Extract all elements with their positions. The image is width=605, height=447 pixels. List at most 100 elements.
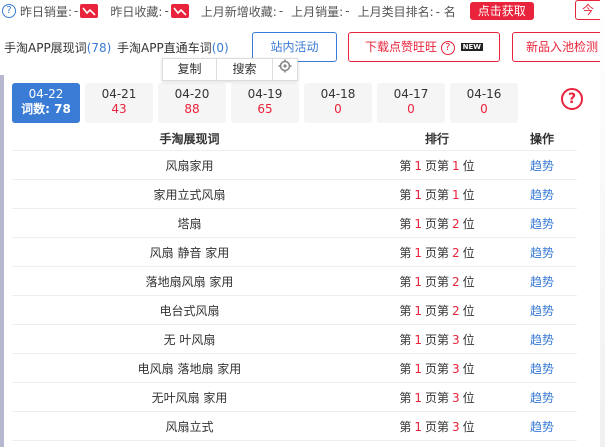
rank-page-word: 页 (424, 216, 437, 231)
action-cell: 趋势 (507, 273, 577, 290)
date-tab-count: 0 (480, 102, 488, 116)
table-row: 风扇家用 第 1 页第 1 位 趋势 (12, 151, 577, 180)
search-menu-item[interactable]: 搜索 (217, 59, 273, 80)
copy-menu-item[interactable]: 复制 (163, 59, 217, 80)
rank-di: 第 (437, 303, 450, 318)
rank-page-word: 页 (424, 332, 437, 347)
tab-app-ad-words[interactable]: 手淘APP直通车词(0) (117, 39, 229, 56)
date-tab[interactable]: 04-18 0 (304, 83, 372, 123)
trend-link[interactable]: 趋势 (530, 217, 554, 231)
help-icon[interactable]: ? (2, 4, 16, 18)
rank-page-word: 页 (424, 158, 437, 173)
rank-cell: 第 1 页第 2 位 (367, 273, 507, 290)
trend-link[interactable]: 趋势 (530, 304, 554, 318)
rank-page-number: 1 (414, 216, 422, 231)
table-row: 风扇立式第 1 页第 3 位趋势 (12, 412, 577, 441)
rank-page-word: 页 (424, 419, 437, 434)
rank-di: 第 (437, 245, 450, 260)
date-tab[interactable]: 04-22 词数: 78 (12, 83, 80, 123)
stat-label: 上月新增收藏: (200, 4, 277, 19)
trend-chart-icon[interactable] (80, 4, 99, 18)
rank-page-number: 1 (414, 361, 422, 376)
trend-chart-icon[interactable] (170, 4, 189, 18)
rank-page-number: 1 (414, 390, 422, 405)
rank-position-number: 3 (452, 361, 460, 376)
keywords-panel: 04-22 词数: 78 04-21 43 04-20 88 04-19 65 04-18 0 04… (0, 75, 600, 447)
action-cell: 趋势 (507, 302, 577, 319)
rank-position-word: 位 (462, 274, 475, 289)
date-tab-date: 04-22 (28, 87, 64, 101)
tab-app-ad-words-label: 手淘APP直通车词 (117, 41, 212, 55)
rank-page-word: 页 (424, 245, 437, 260)
download-wangwang-button[interactable]: 下载点赞旺旺 ? NEW (348, 32, 500, 62)
fetch-button[interactable]: 点击获取 (469, 2, 534, 20)
rank-cell: 第 1 页第 3 位 (367, 360, 507, 377)
tab-app-display-words-count: (78) (86, 41, 112, 55)
date-tab-date: 04-18 (320, 87, 356, 101)
keyword-cell: 电风扇 落地扇 家用 (137, 361, 242, 376)
help-icon-large[interactable]: ? (561, 88, 583, 110)
rank-position-word: 位 (462, 390, 475, 405)
rank-cell: 第 1 页第 2 位 (367, 302, 507, 319)
rank-di: 第 (437, 332, 450, 347)
rank-cell: 第 1 页第 2 位 (367, 215, 507, 232)
trend-link[interactable]: 趋势 (530, 188, 554, 202)
trend-link[interactable]: 趋势 (530, 391, 554, 405)
date-tab-date: 04-17 (393, 87, 429, 101)
stat-item: 上月销量: - (291, 3, 349, 20)
trend-link[interactable]: 趋势 (530, 159, 554, 173)
new-product-check-button[interactable]: 新品入池检测 (512, 32, 605, 62)
keyword-cell: 风扇家用 (165, 158, 214, 173)
rank-page-number: 1 (414, 158, 422, 173)
rank-position-word: 位 (462, 419, 475, 434)
help-icon[interactable]: ? (440, 40, 455, 55)
rank-di: 第 (399, 245, 412, 260)
date-tab-count: 0 (334, 102, 342, 116)
rank-position-number: 3 (452, 419, 460, 434)
rank-di: 第 (437, 419, 450, 434)
date-tab[interactable]: 04-16 0 (450, 83, 518, 123)
download-wangwang-label: 下载点赞旺旺 (364, 40, 437, 54)
rank-position-number: 2 (452, 216, 460, 231)
rank-di: 第 (399, 274, 412, 289)
stat-value: - 名 (435, 4, 456, 19)
date-tab-count: 43 (111, 102, 127, 116)
rank-position-word: 位 (462, 245, 475, 260)
rank-page-word: 页 (424, 187, 437, 202)
date-tab[interactable]: 04-19 65 (231, 83, 299, 123)
keyword-cell: 电台式风扇 (159, 303, 220, 318)
rank-page-number: 1 (414, 187, 422, 202)
trend-link[interactable]: 趋势 (530, 246, 554, 260)
tab-app-display-words[interactable]: 手淘APP展现词(78) (4, 39, 111, 56)
trend-link[interactable]: 趋势 (530, 275, 554, 289)
toolbar-row: 手淘APP展现词(78) 手淘APP直通车词(0) 站内活动 下载点赞旺旺 ? … (0, 30, 605, 62)
stat-label: 昨日销量: (20, 4, 73, 19)
rank-page-word: 页 (424, 390, 437, 405)
date-tab[interactable]: 04-17 0 (377, 83, 445, 123)
trend-link[interactable]: 趋势 (530, 420, 554, 434)
rank-di: 第 (399, 187, 412, 202)
settings-gear-icon[interactable] (273, 59, 297, 80)
rank-position-word: 位 (462, 361, 475, 376)
rank-position-number: 3 (452, 332, 460, 347)
date-tab-date: 04-19 (247, 87, 283, 101)
table-row: 电风扇 落地扇 家用 第 1 页第 3 位 趋势 (12, 354, 577, 383)
trend-link[interactable]: 趋势 (530, 333, 554, 347)
rank-di: 第 (437, 216, 450, 231)
keyword-cell: 无 叶风扇 (163, 332, 216, 347)
stat-value: - (74, 4, 79, 18)
rank-di: 第 (399, 158, 412, 173)
rank-page-number: 1 (414, 303, 422, 318)
keyword-cell: 风扇立式 (165, 419, 214, 434)
date-tab[interactable]: 04-20 88 (158, 83, 226, 123)
stat-label: 上月类目排名: (357, 4, 434, 19)
rank-page-word: 页 (424, 303, 437, 318)
table-row: 无叶风扇 家用第 1 页第 3 位趋势 (12, 383, 577, 412)
date-tab-count: 0 (407, 102, 415, 116)
rank-cell: 第 1 页第 1 位 (367, 157, 507, 174)
rank-page-word: 页 (424, 361, 437, 376)
action-cell: 趋势 (507, 418, 577, 435)
action-cell: 趋势 (507, 360, 577, 377)
trend-link[interactable]: 趋势 (530, 362, 554, 376)
date-tab[interactable]: 04-21 43 (85, 83, 153, 123)
